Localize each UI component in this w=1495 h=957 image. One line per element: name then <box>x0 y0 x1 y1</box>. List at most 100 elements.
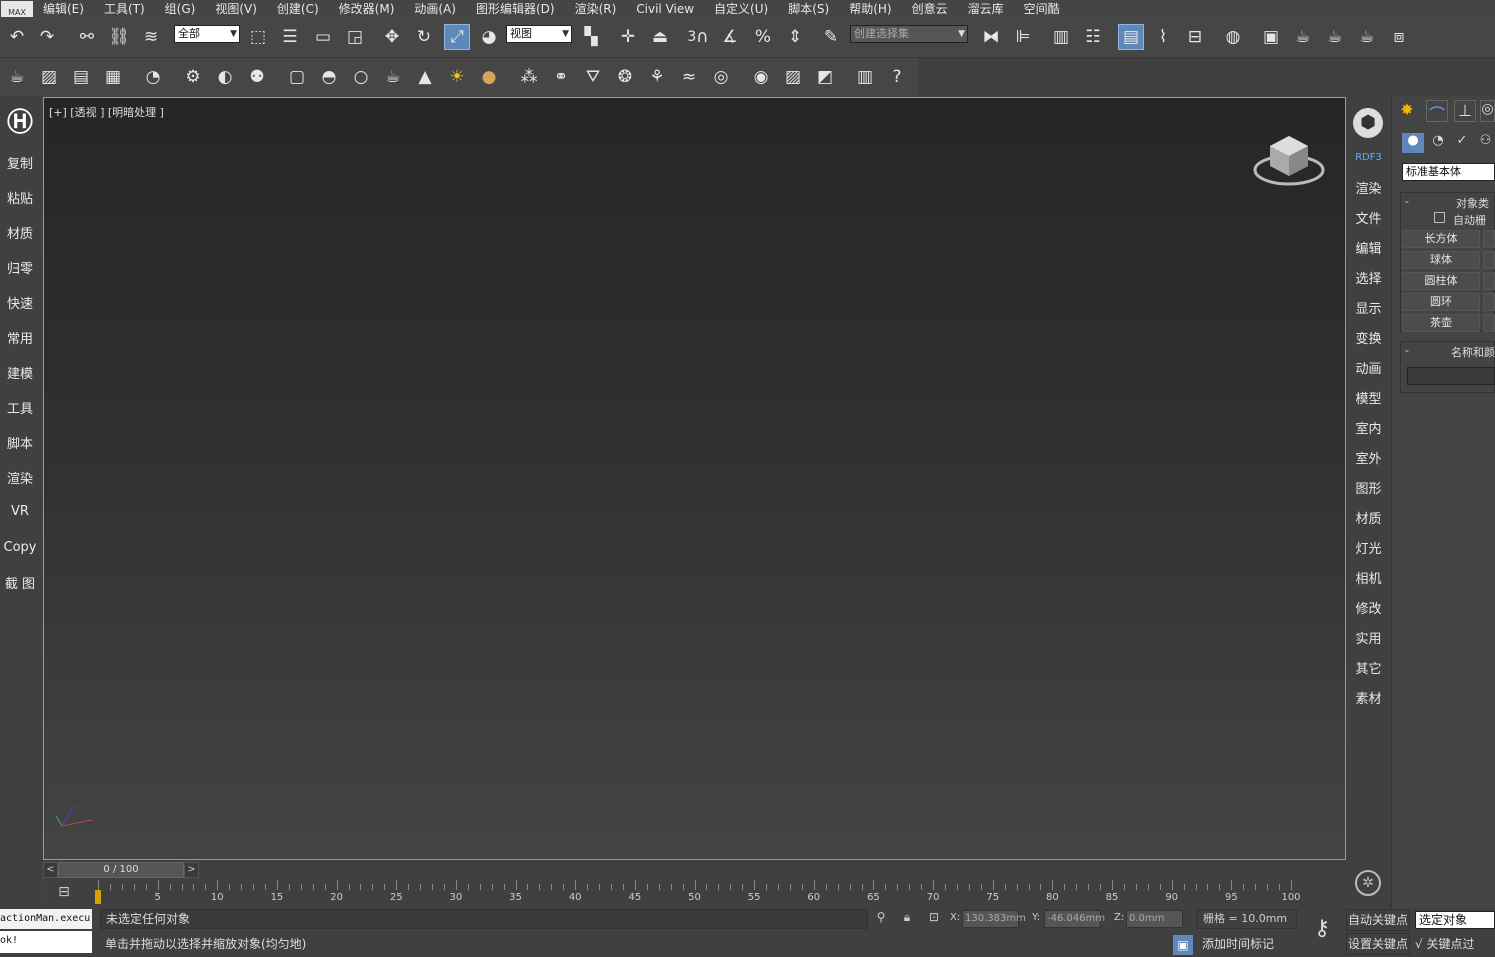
perspective-viewport[interactable]: [+] [透视 ] [明暗处理 ] <box>43 97 1346 860</box>
menu-item[interactable]: 图形编辑器(D) <box>466 0 565 18</box>
right-panel-item[interactable]: 选择 <box>1346 268 1391 287</box>
render-setup-icon[interactable]: ▣ <box>1258 24 1284 50</box>
cube-logo-icon[interactable]: ⬢ <box>1353 108 1383 138</box>
menu-item[interactable]: 空间酷 <box>1014 0 1070 18</box>
menu-item[interactable]: 帮助(H) <box>839 0 901 18</box>
move-icon[interactable]: ✥ <box>379 24 405 50</box>
menu-item[interactable]: 脚本(S) <box>778 0 839 18</box>
image-viewer-icon[interactable]: ▨ <box>36 64 62 90</box>
object-type-button[interactable]: 圆环 <box>1402 293 1480 311</box>
right-panel-item[interactable]: 文件 <box>1346 208 1391 227</box>
render-activeshade-icon[interactable]: ⧈ <box>1386 24 1412 50</box>
plugin-logo-icon[interactable]: Ⓗ <box>5 108 35 138</box>
reference-coord-dropdown[interactable]: 视图 ▼ <box>506 25 572 43</box>
lights-icon[interactable]: ✓ <box>1452 133 1472 153</box>
scatter-icon[interactable]: ⁂ <box>516 64 542 90</box>
shapes-icon[interactable]: ◔ <box>1428 133 1448 153</box>
time-next-button[interactable]: > <box>184 862 199 878</box>
viewcube-icon[interactable] <box>1252 128 1326 190</box>
left-panel-item[interactable]: 脚本 <box>0 433 40 452</box>
molecule-icon[interactable]: ⚭ <box>548 64 574 90</box>
menu-item[interactable]: 溜云库 <box>958 0 1014 18</box>
right-panel-item[interactable]: 相机 <box>1346 568 1391 587</box>
right-panel-item[interactable]: 其它 <box>1346 658 1391 677</box>
viewport-label[interactable]: [+] [透视 ] [明暗处理 ] <box>49 104 164 120</box>
mirror-icon[interactable]: ⧓ <box>978 24 1004 50</box>
time-prev-button[interactable]: < <box>43 862 58 878</box>
right-panel-item[interactable]: 显示 <box>1346 298 1391 317</box>
object-type-button-secondary[interactable] <box>1483 251 1495 269</box>
selection-filter-dropdown[interactable]: 全部 ▼ <box>174 25 240 43</box>
redo-icon[interactable]: ↷ <box>34 24 60 50</box>
right-panel-item[interactable]: 灯光 <box>1346 538 1391 557</box>
camera-icon[interactable]: ⚙ <box>180 64 206 90</box>
right-panel-item[interactable]: 编辑 <box>1346 238 1391 257</box>
time-tag-icon[interactable]: ▣ <box>1173 935 1193 955</box>
pivot-center-icon[interactable]: ▚ <box>578 24 604 50</box>
unlink-icon[interactable]: ⛓ <box>106 24 132 50</box>
maxscript-output[interactable]: ok! <box>0 931 92 953</box>
menu-item[interactable]: 视图(V) <box>205 0 267 18</box>
right-panel-item[interactable]: 修改 <box>1346 598 1391 617</box>
left-panel-item[interactable]: 常用 <box>0 328 40 347</box>
geometry-icon[interactable]: ● <box>1402 133 1424 153</box>
rollout-collapse-icon[interactable]: - <box>1405 344 1409 357</box>
object-type-button[interactable]: 茶壶 <box>1402 314 1480 332</box>
menu-item[interactable]: 工具(T) <box>94 0 155 18</box>
x-coord-field[interactable]: 130.383mm <box>962 910 1026 928</box>
teapot-icon[interactable]: ☕ <box>380 64 406 90</box>
auto-key-button[interactable]: 自动关键点 <box>1346 909 1410 931</box>
absolute-mode-icon[interactable]: ⊡ <box>926 910 942 926</box>
left-panel-item[interactable]: 截 图 <box>0 573 40 592</box>
object-type-button-secondary[interactable] <box>1483 293 1495 311</box>
menu-item[interactable]: 渲染(R) <box>565 0 627 18</box>
left-panel-item[interactable]: 建模 <box>0 363 40 382</box>
key-filters-button[interactable]: √ 关键点过 <box>1415 933 1495 955</box>
right-panel-item[interactable]: 图形 <box>1346 478 1391 497</box>
left-panel-item[interactable]: 工具 <box>0 398 40 417</box>
time-slider[interactable]: 0 / 100 <box>58 862 184 878</box>
percent-snap-icon[interactable]: % <box>750 24 776 50</box>
left-panel-item[interactable]: VR <box>0 504 40 519</box>
object-type-button-secondary[interactable] <box>1483 230 1495 248</box>
lock-icon[interactable]: 🔒︎ <box>899 910 915 926</box>
named-selection-set-dropdown[interactable]: 创建选择集 ▼ <box>850 25 968 43</box>
help-icon[interactable]: ? <box>884 64 910 90</box>
rotate-icon[interactable]: ↻ <box>411 24 437 50</box>
hair-icon[interactable]: ≈ <box>676 64 702 90</box>
teapot-render-icon[interactable]: ☕ <box>4 64 30 90</box>
list-panel-icon[interactable]: ▤ <box>68 64 94 90</box>
place-icon[interactable]: ◕ <box>476 24 502 50</box>
material-map-icon[interactable]: ▨ <box>780 64 806 90</box>
sphere-icon[interactable]: ○ <box>348 64 374 90</box>
disk-icon[interactable]: ● <box>476 64 502 90</box>
object-type-button[interactable]: 球体 <box>1402 251 1480 269</box>
geosphere-icon[interactable]: ❂ <box>612 64 638 90</box>
object-type-button-secondary[interactable] <box>1483 314 1495 332</box>
right-panel-item[interactable]: 模型 <box>1346 388 1391 407</box>
object-type-button[interactable]: 长方体 <box>1402 230 1480 248</box>
menu-item[interactable]: 组(G) <box>155 0 206 18</box>
key-selection-dropdown[interactable]: 选定对象 <box>1415 911 1495 929</box>
select-object-icon[interactable]: ⬚ <box>245 24 271 50</box>
maxscript-listener[interactable]: actionMan.execu <box>0 909 92 929</box>
toggle-scene-explorer-icon[interactable]: ▥ <box>1048 24 1074 50</box>
rollout-collapse-icon[interactable]: - <box>1405 195 1409 208</box>
key-icon[interactable]: ⚷ <box>1302 916 1342 948</box>
right-panel-item[interactable]: 室内 <box>1346 418 1391 437</box>
snap-toggle-icon[interactable]: 3 ∩ <box>685 24 711 50</box>
set-key-button[interactable]: 设置关键点 <box>1346 933 1410 955</box>
angle-snap-icon[interactable]: ∡ <box>717 24 743 50</box>
left-panel-item[interactable]: 渲染 <box>0 468 40 487</box>
window-crossing-icon[interactable]: ◲ <box>342 24 368 50</box>
bind-spacewarp-icon[interactable]: ≋ <box>138 24 164 50</box>
trackbar-toggle-icon[interactable]: ⊟ <box>53 884 75 902</box>
current-frame-marker[interactable] <box>95 890 101 904</box>
object-type-button[interactable]: 圆柱体 <box>1402 272 1480 290</box>
right-panel-item[interactable]: 材质 <box>1346 508 1391 527</box>
autogrid-checkbox[interactable] <box>1434 212 1445 223</box>
grid-panel-icon[interactable]: ▦ <box>100 64 126 90</box>
left-panel-item[interactable]: 粘贴 <box>0 188 40 207</box>
left-panel-item[interactable]: Copy <box>0 540 40 555</box>
right-panel-item[interactable]: 室外 <box>1346 448 1391 467</box>
